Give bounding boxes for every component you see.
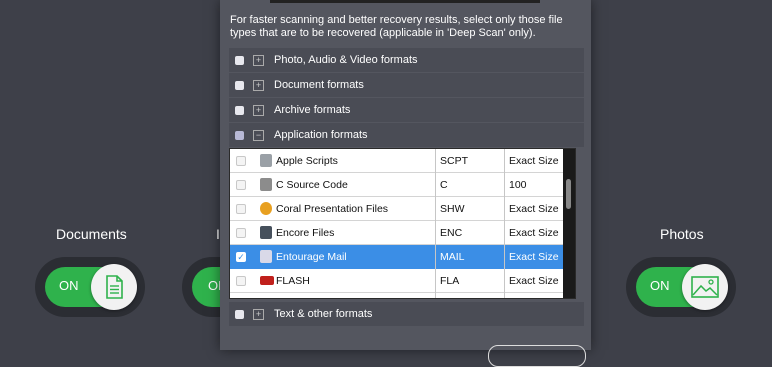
table-row[interactable]: Apple Scripts SCPT Exact Size [230, 149, 575, 173]
document-icon [106, 275, 123, 299]
group-application-formats[interactable]: − Application formats [229, 123, 584, 147]
coral-presentation-file-icon [260, 202, 272, 215]
group-checkbox[interactable] [235, 55, 244, 65]
encore-file-icon [260, 226, 272, 239]
group-checkbox[interactable] [235, 105, 244, 115]
table-row[interactable]: Encore Files ENC Exact Size [230, 221, 575, 245]
file-type-name: Coral Presentation Files [276, 203, 389, 215]
collapse-icon[interactable]: − [253, 129, 264, 141]
photos-toggle-state: ON [650, 278, 670, 293]
photo-icon [691, 276, 719, 298]
group-label: Document formats [274, 79, 364, 91]
file-types-dialog: For faster scanning and better recovery … [220, 0, 591, 367]
documents-toggle-state: ON [59, 278, 79, 293]
expand-icon[interactable]: + [253, 104, 264, 116]
application-formats-table: Apple Scripts SCPT Exact Size C Source C… [229, 148, 576, 299]
group-checkbox[interactable] [235, 80, 244, 90]
file-size-rule[interactable]: Exact Size [509, 269, 559, 293]
file-extension: SHW [440, 203, 465, 215]
dialog-intro-text: For faster scanning and better recovery … [230, 14, 563, 39]
group-archive-formats[interactable]: + Archive formats [229, 98, 584, 122]
photos-toggle-track: ON [636, 264, 728, 310]
table-row-selected[interactable]: ✓ Entourage Mail MAIL Exact Size [230, 245, 575, 269]
documents-toggle-track: ON [45, 264, 137, 310]
group-document-formats[interactable]: + Document formats [229, 73, 584, 97]
row-checkbox[interactable] [236, 156, 246, 166]
scrollbar-thumb[interactable] [566, 179, 571, 209]
photos-toggle-knob[interactable] [682, 264, 728, 310]
group-label: Photo, Audio & Video formats [274, 54, 418, 66]
file-extension: FLA [440, 275, 460, 287]
table-row[interactable]: C Source Code C 100 [230, 173, 575, 197]
file-extension: MAIL [440, 251, 465, 263]
photos-toggle[interactable]: ON [626, 257, 736, 317]
file-type-name: C Source Code [276, 179, 348, 191]
expand-icon[interactable]: + [253, 54, 264, 66]
row-checkbox-checked[interactable]: ✓ [236, 252, 246, 262]
applescript-file-icon [260, 154, 272, 167]
documents-label: Documents [56, 226, 127, 242]
column-divider [435, 149, 436, 298]
table-row[interactable]: FLASH FLA Exact Size [230, 269, 575, 293]
file-type-name: Encore Files [276, 227, 335, 239]
documents-toggle[interactable]: ON [35, 257, 145, 317]
c-source-file-icon [260, 178, 272, 191]
row-checkbox[interactable] [236, 276, 246, 286]
photos-label: Photos [660, 226, 704, 242]
row-checkbox[interactable] [236, 180, 246, 190]
expand-icon[interactable]: + [253, 308, 264, 320]
file-size-rule[interactable]: Exact Size [509, 245, 559, 269]
file-size-rule[interactable]: Exact Size [509, 197, 559, 221]
file-extension: SCPT [440, 155, 469, 167]
file-size-rule[interactable]: 100 [509, 173, 527, 197]
file-extension: ENC [440, 227, 463, 239]
row-checkbox[interactable] [236, 228, 246, 238]
file-size-rule[interactable]: Exact Size [509, 221, 559, 245]
documents-toggle-knob[interactable] [91, 264, 137, 310]
group-label: Archive formats [274, 104, 351, 116]
file-extension: C [440, 179, 448, 191]
table-row[interactable]: Coral Presentation Files SHW Exact Size [230, 197, 575, 221]
file-type-name: Entourage Mail [276, 251, 347, 263]
row-checkbox[interactable] [236, 204, 246, 214]
file-type-name: FLASH [276, 275, 310, 287]
group-checkbox[interactable] [235, 309, 244, 319]
dialog-header-edge [270, 0, 540, 3]
mail-file-icon [260, 250, 272, 263]
group-text-other-formats[interactable]: + Text & other formats [229, 302, 584, 326]
group-photo-audio-video[interactable]: + Photo, Audio & Video formats [229, 48, 584, 72]
group-label: Text & other formats [274, 308, 373, 320]
file-type-name: Apple Scripts [276, 155, 338, 167]
flash-file-icon [260, 276, 274, 285]
expand-icon[interactable]: + [253, 79, 264, 91]
group-checkbox-partial[interactable] [235, 130, 244, 140]
column-divider [504, 149, 505, 298]
table-scrollbar[interactable] [563, 149, 575, 298]
file-size-rule[interactable]: Exact Size [509, 149, 559, 173]
dialog-action-button[interactable] [488, 345, 586, 367]
group-label: Application formats [274, 129, 368, 141]
